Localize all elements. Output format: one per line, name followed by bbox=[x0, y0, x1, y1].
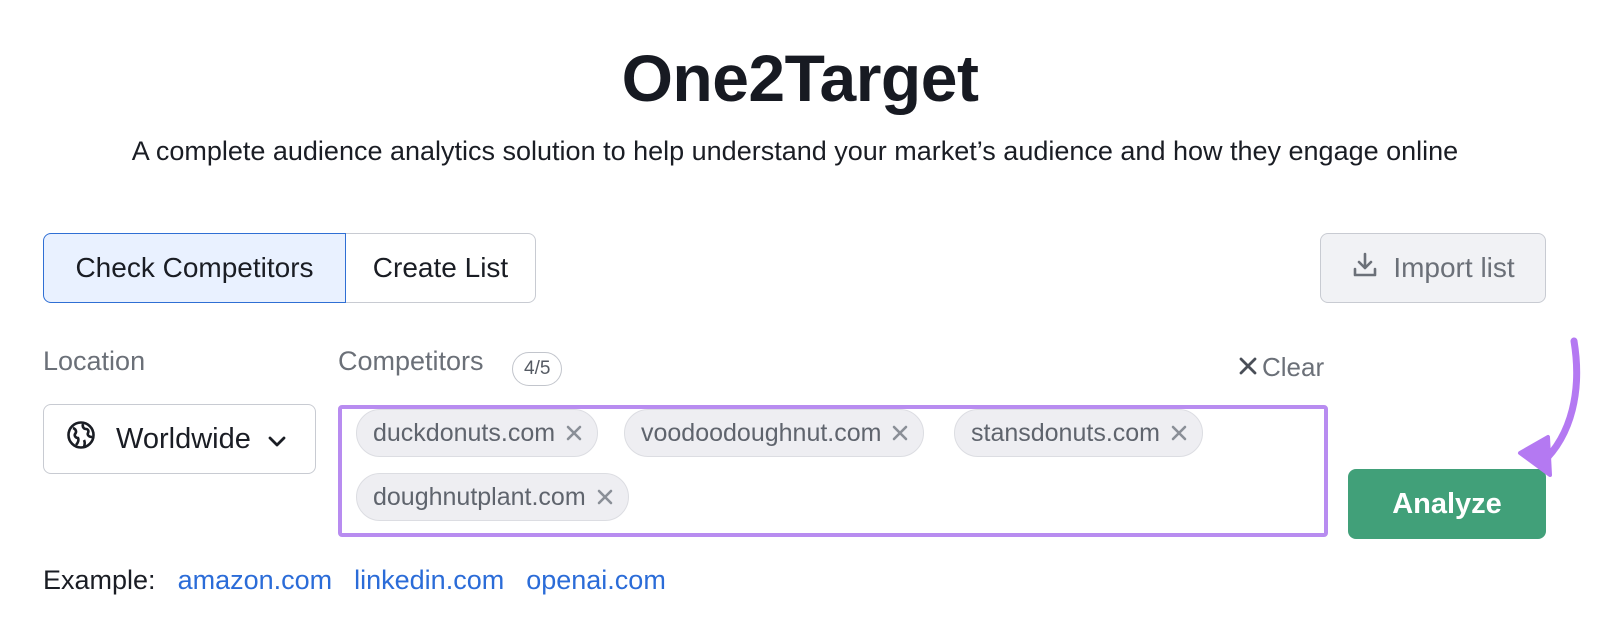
competitor-chip-label: stansdonuts.com bbox=[971, 418, 1160, 447]
import-list-button[interactable]: Import list bbox=[1320, 233, 1546, 303]
tab-check-competitors[interactable]: Check Competitors bbox=[43, 233, 346, 303]
competitor-chip-label: voodoodoughnut.com bbox=[641, 418, 882, 447]
competitors-input[interactable]: duckdonuts.com voodoodoughnut.com stansd… bbox=[338, 405, 1328, 537]
pointer-arrow-icon bbox=[1518, 337, 1581, 477]
competitor-chip: doughnutplant.com bbox=[356, 473, 629, 521]
close-icon bbox=[1238, 352, 1258, 383]
import-list-label: Import list bbox=[1393, 252, 1515, 283]
clear-button[interactable]: Clear bbox=[1238, 352, 1324, 383]
globe-icon bbox=[66, 420, 96, 458]
competitor-chip-label: doughnutplant.com bbox=[373, 482, 586, 511]
download-icon bbox=[1351, 251, 1379, 286]
competitors-count-badge: 4/5 bbox=[512, 352, 563, 386]
remove-chip-icon[interactable] bbox=[1170, 424, 1188, 442]
example-link-linkedin[interactable]: linkedin.com bbox=[354, 565, 504, 596]
example-row: Example: amazon.com linkedin.com openai.… bbox=[43, 565, 666, 596]
competitor-chip: stansdonuts.com bbox=[954, 409, 1203, 457]
remove-chip-icon[interactable] bbox=[596, 488, 614, 506]
example-link-amazon[interactable]: amazon.com bbox=[178, 565, 333, 596]
remove-chip-icon[interactable] bbox=[891, 424, 909, 442]
location-label: Location bbox=[43, 346, 146, 376]
clear-label: Clear bbox=[1262, 352, 1325, 382]
page-title: One2Target bbox=[621, 41, 979, 115]
competitor-chip-label: duckdonuts.com bbox=[373, 418, 556, 447]
chevron-down-icon bbox=[267, 423, 287, 456]
competitor-chip: voodoodoughnut.com bbox=[624, 409, 925, 457]
example-link-openai[interactable]: openai.com bbox=[526, 565, 666, 596]
competitor-chip: duckdonuts.com bbox=[356, 409, 599, 457]
tab-create-list[interactable]: Create List bbox=[346, 233, 536, 303]
location-value: Worldwide bbox=[116, 422, 251, 455]
location-select[interactable]: Worldwide bbox=[43, 404, 316, 474]
example-label: Example: bbox=[43, 565, 156, 595]
mode-tabs: Check Competitors Create List bbox=[43, 233, 536, 303]
competitors-label: Competitors bbox=[338, 346, 484, 376]
page-subtitle: A complete audience analytics solution t… bbox=[131, 136, 1459, 166]
remove-chip-icon[interactable] bbox=[565, 424, 583, 442]
